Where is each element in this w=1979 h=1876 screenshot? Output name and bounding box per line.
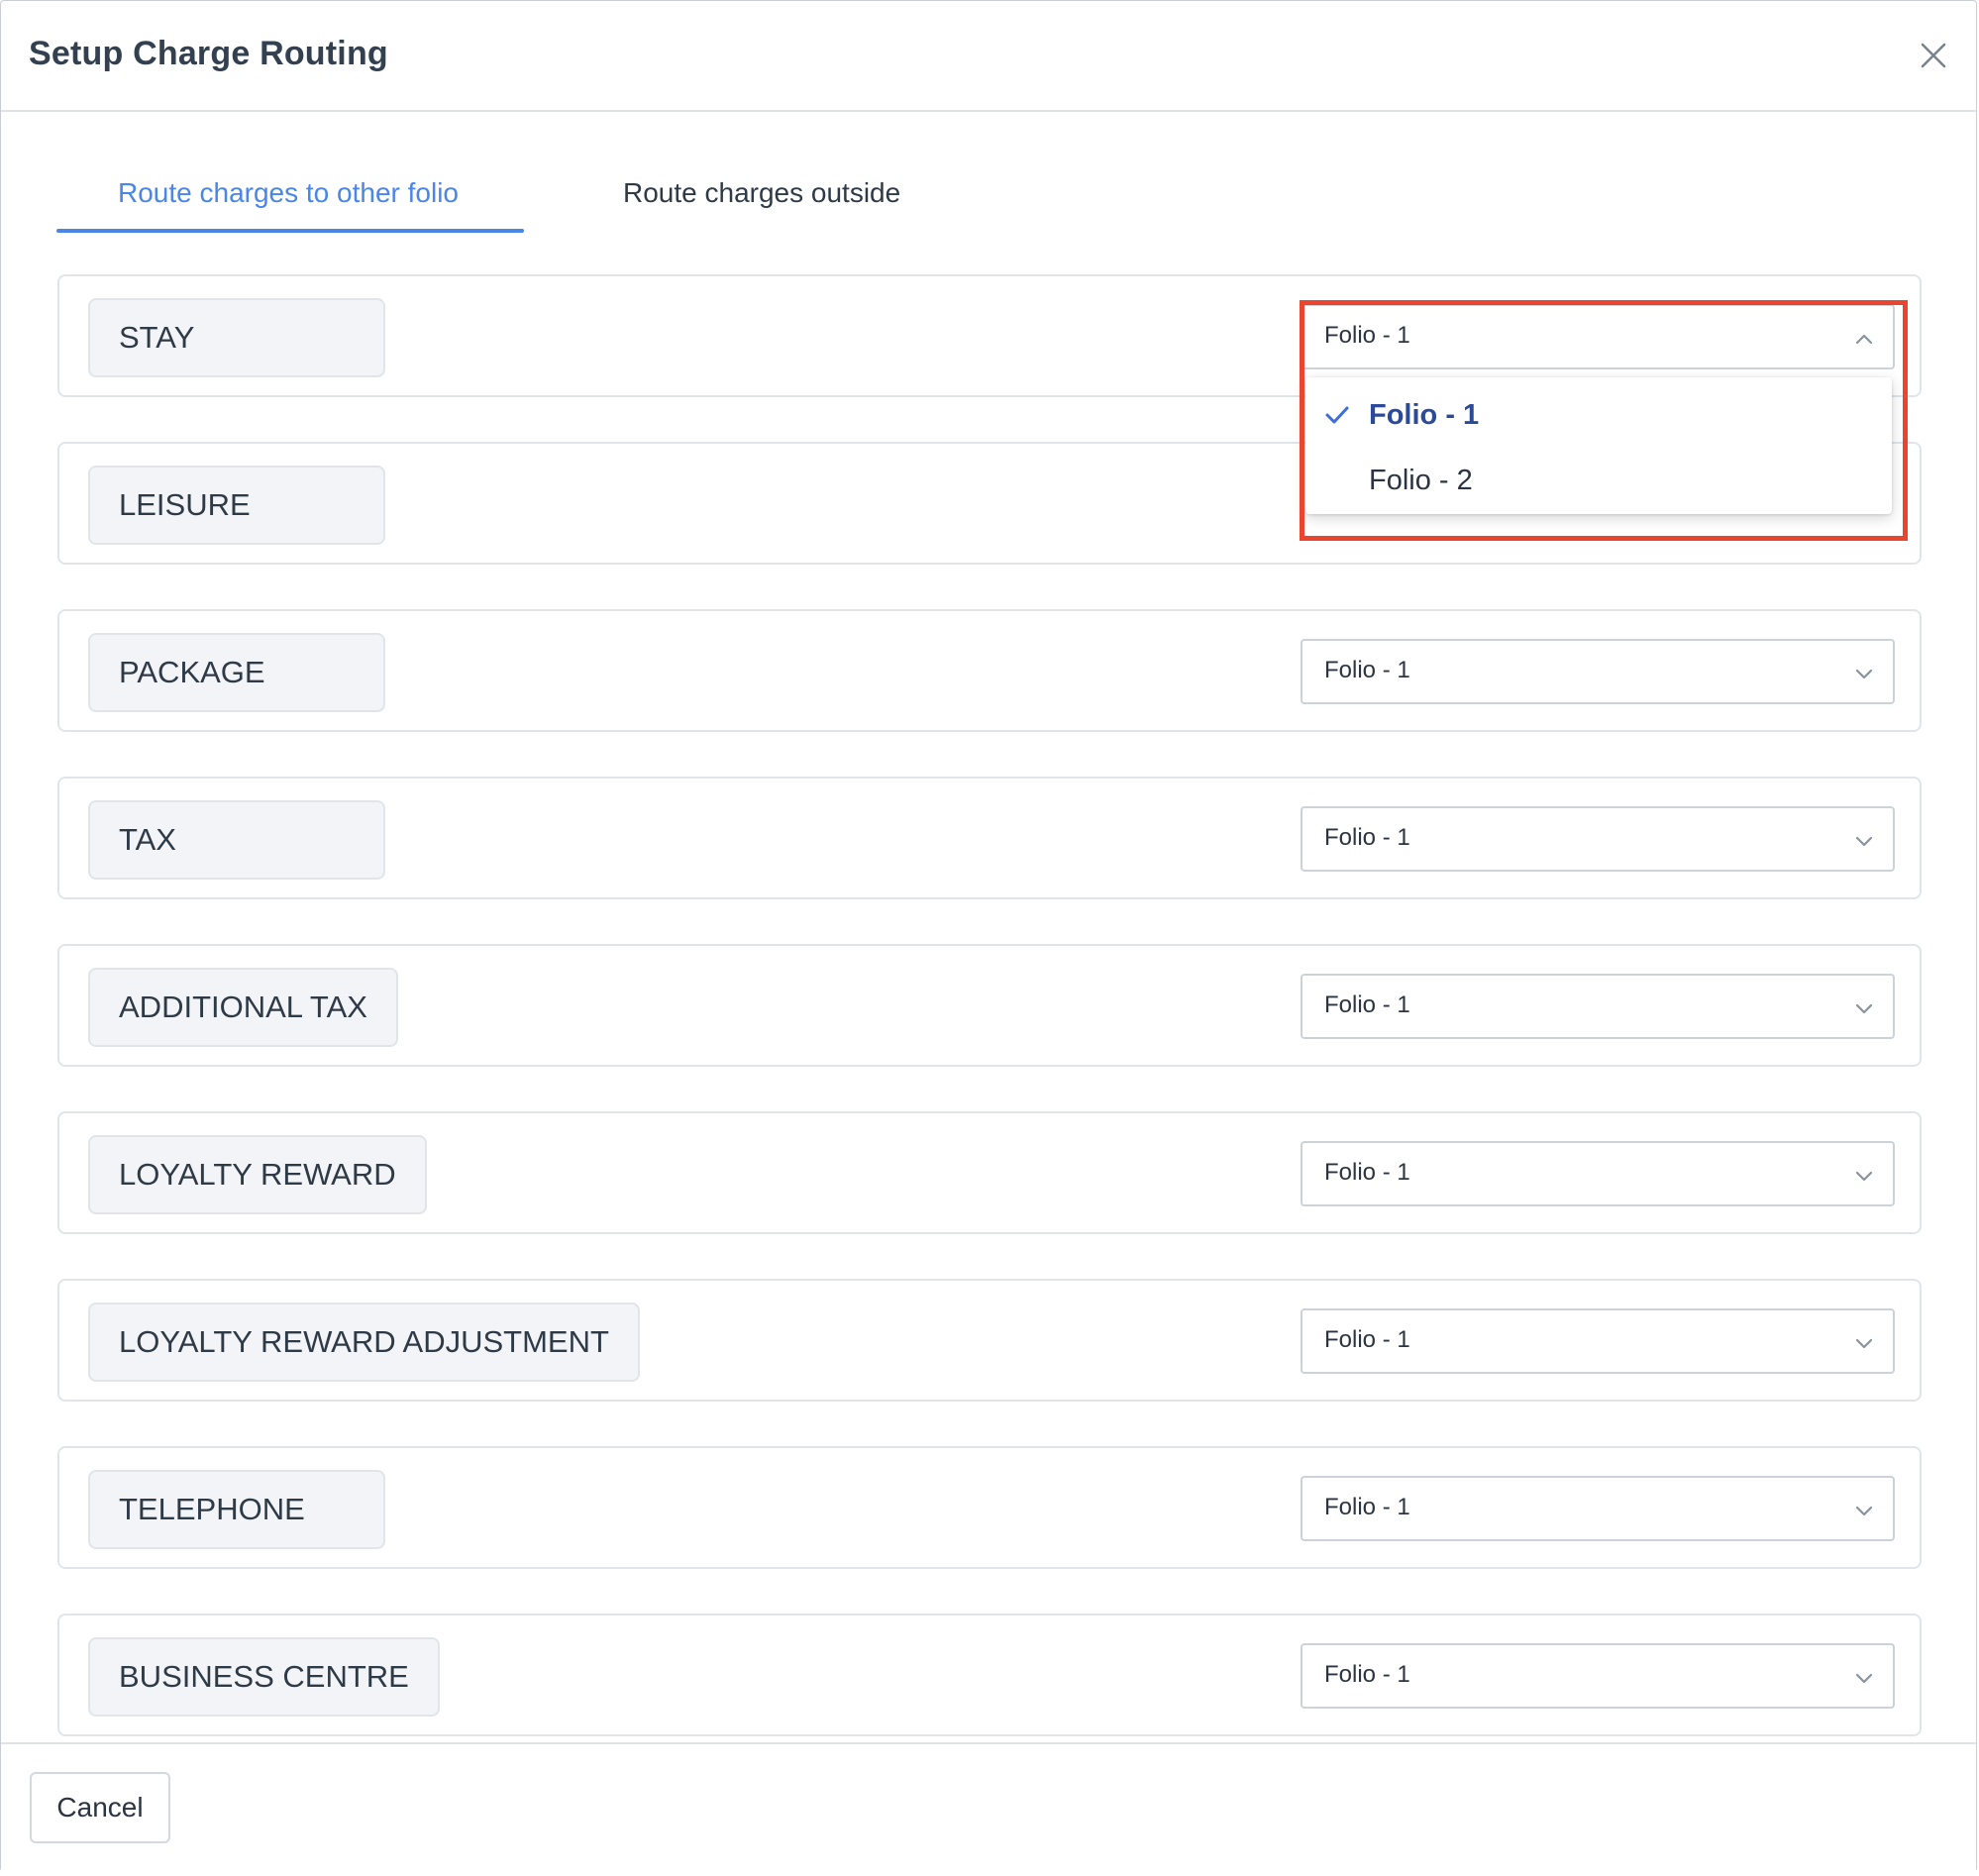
folio-dropdown-menu: Folio - 1 Folio - 2 <box>1305 377 1892 514</box>
folio-select-telephone[interactable]: Folio - 1 <box>1301 1476 1895 1541</box>
charge-row-tax: TAX Folio - 1 <box>57 777 1922 899</box>
charge-row-loyalty-reward: LOYALTY REWARD Folio - 1 <box>57 1111 1922 1234</box>
select-value: Folio - 1 <box>1324 1159 1410 1186</box>
charge-label: LEISURE <box>88 466 385 545</box>
charge-routing-dialog: Setup Charge Routing Route charges to ot… <box>0 0 1977 1873</box>
chevron-down-icon <box>1855 1338 1873 1349</box>
tab-route-outside[interactable]: Route charges outside <box>623 177 900 209</box>
close-button[interactable] <box>1911 33 1956 78</box>
charge-label: ADDITIONAL TAX <box>88 968 398 1047</box>
charge-label: STAY <box>88 298 385 377</box>
select-value: Folio - 1 <box>1324 322 1410 349</box>
chevron-down-icon <box>1855 669 1873 679</box>
charge-label: LOYALTY REWARD <box>88 1135 427 1214</box>
charge-row-business-centre: BUSINESS CENTRE Folio - 1 <box>57 1614 1922 1736</box>
select-value: Folio - 1 <box>1324 657 1410 683</box>
folio-select-additional-tax[interactable]: Folio - 1 <box>1301 974 1895 1039</box>
charge-row-loyalty-reward-adjustment: LOYALTY REWARD ADJUSTMENT Folio - 1 <box>57 1279 1922 1402</box>
charge-row-package: PACKAGE Folio - 1 <box>57 609 1922 732</box>
select-value: Folio - 1 <box>1324 1661 1410 1688</box>
charge-label: TELEPHONE <box>88 1470 385 1549</box>
close-icon <box>1921 43 1946 68</box>
check-icon <box>1325 406 1349 424</box>
cancel-button[interactable]: Cancel <box>30 1772 170 1843</box>
chevron-down-icon <box>1855 1673 1873 1684</box>
chevron-down-icon <box>1855 1506 1873 1516</box>
select-value: Folio - 1 <box>1324 1326 1410 1353</box>
routing-tabs: Route charges to other folio Route charg… <box>56 159 948 234</box>
option-label: Folio - 1 <box>1369 399 1480 431</box>
folio-select-loyalty-reward-adjustment[interactable]: Folio - 1 <box>1301 1308 1895 1374</box>
folio-select-business-centre[interactable]: Folio - 1 <box>1301 1643 1895 1709</box>
chevron-down-icon <box>1855 836 1873 847</box>
option-label: Folio - 2 <box>1369 465 1473 496</box>
folio-select-tax[interactable]: Folio - 1 <box>1301 806 1895 872</box>
chevron-up-icon <box>1855 334 1873 345</box>
folio-select-loyalty-reward[interactable]: Folio - 1 <box>1301 1141 1895 1206</box>
charge-label: BUSINESS CENTRE <box>88 1637 440 1717</box>
select-value: Folio - 1 <box>1324 991 1410 1018</box>
active-tab-indicator <box>56 229 524 233</box>
dialog-title: Setup Charge Routing <box>29 35 388 72</box>
charge-label: LOYALTY REWARD ADJUSTMENT <box>88 1303 640 1382</box>
chevron-down-icon <box>1855 1003 1873 1014</box>
select-value: Folio - 1 <box>1324 824 1410 851</box>
charge-row-additional-tax: ADDITIONAL TAX Folio - 1 <box>57 944 1922 1067</box>
charge-label: PACKAGE <box>88 633 385 712</box>
dialog-header: Setup Charge Routing <box>1 1 1976 112</box>
charge-row-telephone: TELEPHONE Folio - 1 <box>57 1446 1922 1569</box>
dialog-footer: Cancel <box>1 1742 1976 1873</box>
charge-label: TAX <box>88 800 385 880</box>
tab-route-to-other-folio[interactable]: Route charges to other folio <box>118 177 459 209</box>
dropdown-option-folio-1[interactable]: Folio - 1 <box>1305 381 1892 447</box>
select-value: Folio - 1 <box>1324 1494 1410 1520</box>
folio-select-stay[interactable]: Folio - 1 <box>1301 304 1895 369</box>
dropdown-option-folio-2[interactable]: Folio - 2 <box>1305 447 1892 512</box>
chevron-down-icon <box>1855 1171 1873 1182</box>
folio-select-package[interactable]: Folio - 1 <box>1301 639 1895 704</box>
